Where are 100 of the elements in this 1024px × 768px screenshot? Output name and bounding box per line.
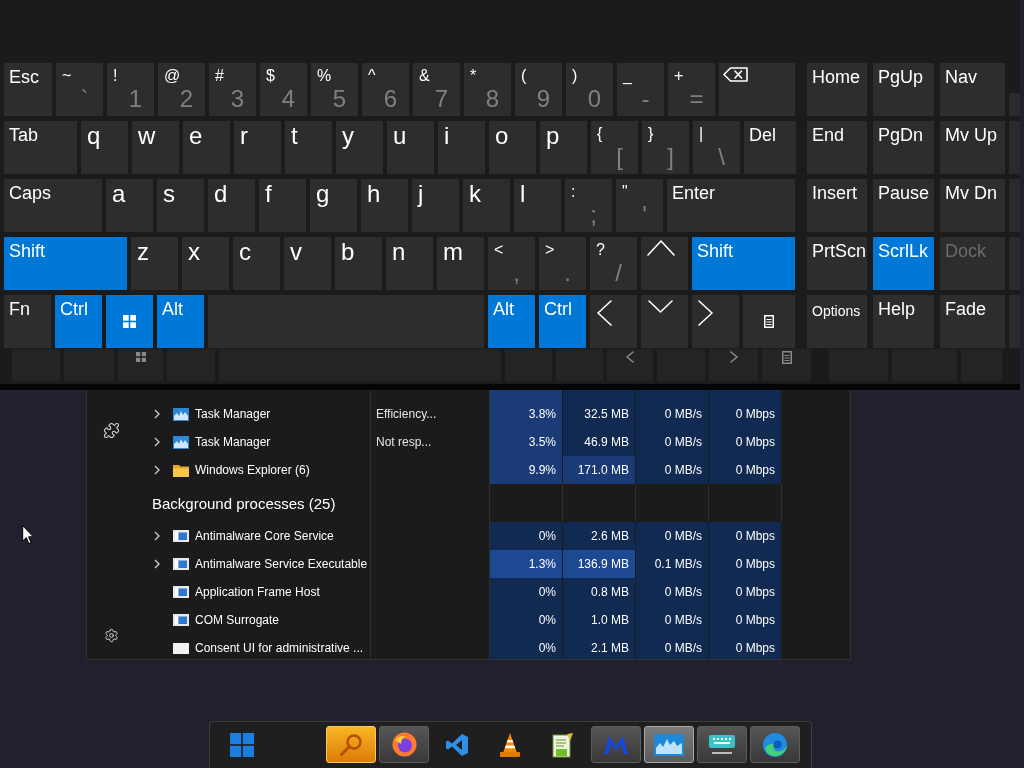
keyboard-key[interactable]: e — [183, 121, 230, 174]
keyboard-key[interactable]: : ; — [565, 179, 612, 232]
windows-logo-icon — [230, 732, 254, 757]
keyboard-key[interactable]: Insert — [807, 179, 867, 232]
keyboard-key[interactable]: w — [132, 121, 179, 174]
keyboard-key[interactable]: c — [233, 237, 280, 290]
keyboard-key[interactable]: b — [335, 237, 382, 290]
keyboard-key[interactable]: Fn — [4, 295, 51, 348]
keyboard-key[interactable]: Alt — [488, 295, 535, 348]
keyboard-key[interactable]: | \ — [693, 121, 740, 174]
taskbar-button[interactable] — [697, 726, 747, 763]
keyboard-key[interactable]: y — [336, 121, 383, 174]
keyboard-key[interactable]: p — [540, 121, 587, 174]
chevron-right-icon[interactable] — [154, 409, 160, 419]
keyboard-key[interactable]: o — [489, 121, 536, 174]
keyboard-key[interactable]: t — [285, 121, 332, 174]
keyboard-key[interactable] — [641, 295, 688, 348]
disk-cell: 0 MB/s — [636, 606, 709, 634]
keyboard-key[interactable]: + = — [668, 63, 715, 116]
keyboard-key[interactable]: d — [208, 179, 255, 232]
keyboard-key[interactable]: v — [284, 237, 331, 290]
keyboard-key[interactable] — [106, 295, 153, 348]
keyboard-key[interactable]: Del — [744, 121, 796, 174]
settings-icon[interactable] — [103, 628, 119, 643]
keyboard-key[interactable]: PgUp — [873, 63, 934, 116]
keyboard-key[interactable]: g — [310, 179, 357, 232]
chevron-right-icon[interactable] — [154, 559, 160, 569]
keyboard-key[interactable]: u — [387, 121, 434, 174]
keyboard-key[interactable]: Ctrl — [539, 295, 586, 348]
keyboard-key[interactable] — [692, 295, 739, 348]
keyboard-key[interactable]: # 3 — [209, 63, 256, 116]
puzzle-icon[interactable] — [102, 422, 120, 439]
keyboard-key[interactable]: Shift — [4, 237, 127, 290]
keyboard-key[interactable]: l — [514, 179, 561, 232]
memory-cell: 2.6 MB — [563, 522, 636, 550]
keyboard-key[interactable]: Nav — [940, 63, 1005, 116]
keyboard-key[interactable] — [743, 295, 795, 348]
keyboard-key[interactable]: Shift — [692, 237, 795, 290]
keyboard-key[interactable]: Enter — [667, 179, 795, 232]
keyboard-key[interactable]: ! 1 — [107, 63, 154, 116]
keyboard-key[interactable] — [590, 295, 637, 348]
keyboard-key[interactable]: End — [807, 121, 867, 174]
keyboard-key[interactable]: Esc — [4, 63, 52, 116]
taskbar-button[interactable] — [750, 726, 800, 763]
keyboard-key[interactable]: i — [438, 121, 485, 174]
folder-icon — [173, 463, 189, 477]
keyboard-key[interactable]: PrtScn — [807, 237, 867, 290]
keyboard-key[interactable]: ? / — [590, 237, 637, 290]
keyboard-key[interactable]: a — [106, 179, 153, 232]
keyboard-key[interactable]: Pause — [873, 179, 934, 232]
traffic-cone-icon — [498, 731, 522, 758]
keyboard-key[interactable]: * 8 — [464, 63, 511, 116]
keyboard-key[interactable]: ScrlLk — [873, 237, 934, 290]
keyboard-key[interactable]: m — [437, 237, 484, 290]
keyboard-key[interactable] — [641, 237, 688, 290]
keyboard-key[interactable]: _ - — [617, 63, 664, 116]
process-name: Consent UI for administrative ... — [195, 641, 364, 655]
keyboard-key[interactable]: ( 9 — [515, 63, 562, 116]
keyboard-key[interactable]: k — [463, 179, 510, 232]
keyboard-key[interactable]: s — [157, 179, 204, 232]
keyboard-key[interactable]: h — [361, 179, 408, 232]
keyboard-key[interactable]: @ 2 — [158, 63, 205, 116]
keyboard-key[interactable]: % 5 — [311, 63, 358, 116]
keyboard-key[interactable]: { [ — [591, 121, 638, 174]
keyboard-key[interactable]: Tab — [4, 121, 77, 174]
keyboard-key[interactable]: > . — [539, 237, 586, 290]
keyboard-key[interactable]: f — [259, 179, 306, 232]
keyboard-key[interactable]: & 7 — [413, 63, 460, 116]
chevron-right-icon[interactable] — [154, 437, 160, 447]
keyboard-key[interactable]: Home — [807, 63, 867, 116]
keyboard-key[interactable]: " ' — [616, 179, 663, 232]
keyboard-key[interactable]: ^ 6 — [362, 63, 409, 116]
window-icon — [173, 558, 189, 570]
keyboard-key[interactable]: < , — [488, 237, 535, 290]
keyboard-key[interactable]: PgDn — [873, 121, 934, 174]
keyboard-key[interactable]: Alt — [157, 295, 204, 348]
keyboard-key[interactable]: n — [386, 237, 433, 290]
keyboard-key[interactable]: Options — [807, 295, 867, 348]
keyboard-key[interactable]: Mv Dn — [940, 179, 1005, 232]
keyboard-key[interactable]: z — [131, 237, 178, 290]
keyboard-key[interactable]: Fade — [940, 295, 1005, 348]
process-name: COM Surrogate — [195, 613, 280, 627]
chevron-down-icon — [648, 300, 673, 313]
keyboard-key[interactable]: Mv Up — [940, 121, 1005, 174]
disk-cell: 0 MB/s — [636, 578, 709, 606]
keyboard-key[interactable]: Help — [873, 295, 934, 348]
keyboard-key[interactable]: Ctrl — [55, 295, 102, 348]
keyboard-key[interactable]: q — [81, 121, 128, 174]
keyboard-key[interactable]: ~ ` — [56, 63, 103, 116]
chevron-right-icon[interactable] — [154, 465, 160, 475]
keyboard-key[interactable]: x — [182, 237, 229, 290]
chevron-right-icon[interactable] — [154, 531, 160, 541]
keyboard-key[interactable]: } ] — [642, 121, 689, 174]
menu-icon — [764, 315, 774, 328]
keyboard-key[interactable]: Caps — [4, 179, 102, 232]
keyboard-key[interactable] — [719, 63, 795, 116]
keyboard-key[interactable]: $ 4 — [260, 63, 307, 116]
keyboard-key[interactable]: j — [412, 179, 459, 232]
keyboard-key[interactable]: ) 0 — [566, 63, 613, 116]
keyboard-key[interactable]: r — [234, 121, 281, 174]
